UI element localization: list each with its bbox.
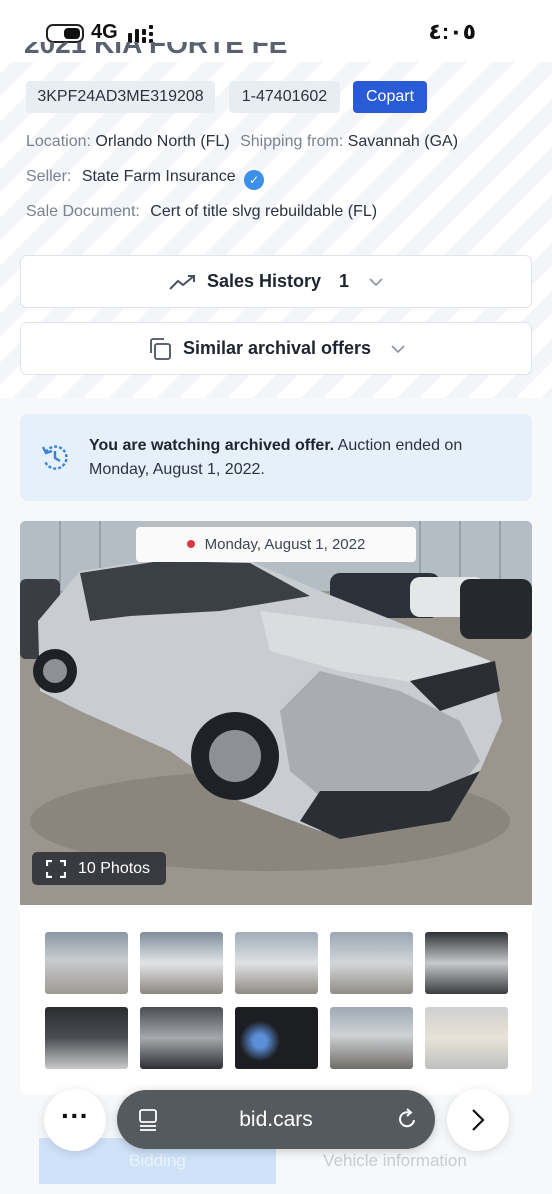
auction-house-badge[interactable]: Copart xyxy=(353,81,427,113)
photo-gallery: Monday, August 1, 2022 10 Photos xyxy=(20,521,532,1095)
similar-offers-accordion[interactable]: Similar archival offers xyxy=(20,322,532,375)
seller-row: Seller: State Farm Insurance ✓ xyxy=(26,168,265,190)
trending-up-icon xyxy=(169,274,195,290)
location-row: Location: Orlando North (FL) Shipping fr… xyxy=(26,133,458,151)
vehicle-title: 2021 KIA FORTE FE xyxy=(24,42,288,59)
status-dot-icon xyxy=(186,540,195,548)
shipping-label: Shipping from: xyxy=(240,133,344,150)
photo-count-label: 10 Photos xyxy=(78,860,151,877)
clock: ٤:٠٥ xyxy=(428,19,476,44)
more-options-button[interactable]: ··· xyxy=(44,1089,106,1151)
battery-icon xyxy=(46,24,84,43)
sales-history-label: Sales History xyxy=(206,271,322,291)
vin-chip[interactable]: 3KPF24AD3ME319208 xyxy=(26,81,215,113)
location-label: Location: xyxy=(26,133,91,150)
thumbnail[interactable] xyxy=(425,1007,508,1069)
all-photos-button[interactable]: 10 Photos xyxy=(32,852,166,885)
thumbnail[interactable] xyxy=(235,1007,318,1069)
chevron-right-icon xyxy=(472,1109,485,1131)
forward-button[interactable] xyxy=(447,1089,509,1151)
verified-badge-icon: ✓ xyxy=(244,170,265,190)
history-icon xyxy=(41,445,68,470)
similar-offers-label: Similar archival offers xyxy=(182,338,372,358)
thumbnail[interactable] xyxy=(45,1007,128,1069)
thumbnail[interactable] xyxy=(425,932,508,994)
main-vehicle-photo[interactable]: Monday, August 1, 2022 10 Photos xyxy=(20,521,532,905)
sales-history-accordion[interactable]: Sales History 1 xyxy=(20,255,532,308)
archived-notice: You are watching archived offer. Auction… xyxy=(20,414,532,501)
seller-value: State Farm Insurance xyxy=(81,168,236,185)
thumbnail[interactable] xyxy=(140,932,223,994)
fullscreen-icon xyxy=(46,860,66,878)
address-bar[interactable]: bid.cars xyxy=(117,1090,435,1149)
url-text: bid.cars xyxy=(239,1108,313,1131)
reload-icon[interactable] xyxy=(395,1107,419,1131)
sale-document-row: Sale Document: Cert of title slvg rebuil… xyxy=(26,203,377,221)
thumbnail[interactable] xyxy=(330,932,413,994)
thumbnail[interactable] xyxy=(45,932,128,994)
sale-document-value: Cert of title slvg rebuildable (FL) xyxy=(150,203,378,220)
location-value: Orlando North (FL) xyxy=(95,133,230,150)
network-type: 4G xyxy=(91,21,118,43)
thumbnail[interactable] xyxy=(140,1007,223,1069)
thumbnail[interactable] xyxy=(330,1007,413,1069)
auction-date-badge: Monday, August 1, 2022 xyxy=(136,527,416,562)
lot-number-chip[interactable]: 1-47401602 xyxy=(229,81,340,113)
chevron-down-icon xyxy=(391,341,405,357)
shipping-value: Savannah (GA) xyxy=(347,133,459,150)
archived-notice-text: You are watching archived offer. Auction… xyxy=(89,437,463,478)
signal-icon xyxy=(128,25,156,43)
seller-label: Seller: xyxy=(26,168,72,185)
sales-history-count: 1 xyxy=(339,271,350,291)
copy-icon xyxy=(150,337,171,360)
chevron-down-icon xyxy=(369,274,383,290)
sale-document-label: Sale Document: xyxy=(26,203,140,220)
more-dots-icon: ··· xyxy=(61,1100,89,1131)
thumbnail[interactable] xyxy=(235,932,318,994)
